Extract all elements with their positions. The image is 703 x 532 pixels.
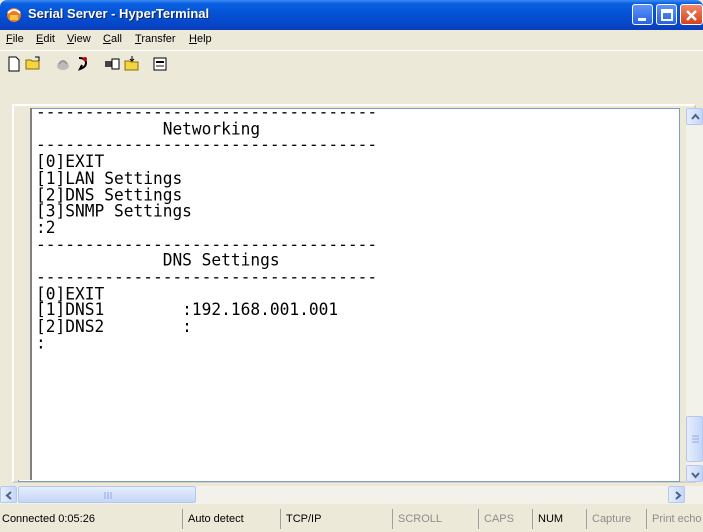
vertical-scroll-thumb[interactable] [686,416,703,462]
horizontal-scroll-thumb[interactable] [18,486,196,503]
horizontal-scrollbar[interactable] [0,486,703,504]
status-print-echo: Print echo [646,509,703,529]
new-document-icon[interactable] [5,55,23,73]
menu-view[interactable]: View [67,33,91,45]
status-detect: Auto detect [182,509,278,529]
arrow-left-icon [5,491,12,500]
vertical-scrollbar[interactable] [686,108,703,482]
dial-icon[interactable] [74,55,92,73]
status-num: NUM [532,509,584,529]
arrow-right-icon [675,491,682,500]
menu-file[interactable]: File [6,33,24,45]
menu-help[interactable]: Help [189,33,212,45]
open-folder-icon[interactable] [25,55,43,73]
terminal-line: [3]SNMP Settings [36,200,192,221]
toolbar [0,50,703,79]
close-icon [686,10,697,21]
window-title: Serial Server - HyperTerminal [28,6,210,21]
minimize-button[interactable] [632,4,653,25]
menu-bar: File Edit View Call Transfer Help [0,30,703,49]
terminal-left-margin [18,108,32,480]
hyperterminal-app-icon[interactable] [5,6,23,24]
terminal-line: [2]DNS2 : [36,316,192,337]
scroll-left-button[interactable] [0,486,17,503]
receive-icon[interactable] [123,55,141,73]
grip-icon [104,492,112,499]
maximize-icon [661,9,673,21]
status-capture: Capture [586,509,644,529]
scroll-down-button[interactable] [686,465,703,482]
status-caps: CAPS [478,509,530,529]
menu-edit[interactable]: Edit [36,33,55,45]
status-bar: Connected 0:05:26 Auto detect TCP/IP SCR… [0,506,703,532]
disconnect-icon[interactable] [54,55,72,73]
scroll-up-button[interactable] [686,108,703,125]
properties-icon[interactable] [151,55,169,73]
close-button[interactable] [680,4,703,25]
maximize-button[interactable] [656,4,677,25]
grip-icon [692,435,699,443]
menu-transfer[interactable]: Transfer [135,33,176,45]
terminal-line: : [36,332,46,353]
status-protocol: TCP/IP [280,509,390,529]
title-bar[interactable]: Serial Server - HyperTerminal [0,0,703,30]
menu-call[interactable]: Call [103,33,122,45]
terminal-text: ----------------------------------- Netw… [36,103,377,353]
scroll-right-button[interactable] [668,486,685,503]
send-icon[interactable] [103,55,121,73]
arrow-down-icon [691,472,700,479]
status-connected: Connected 0:05:26 [2,513,95,525]
arrow-up-icon [691,113,700,120]
minimize-icon [638,18,646,21]
status-scroll: SCROLL [392,509,476,529]
